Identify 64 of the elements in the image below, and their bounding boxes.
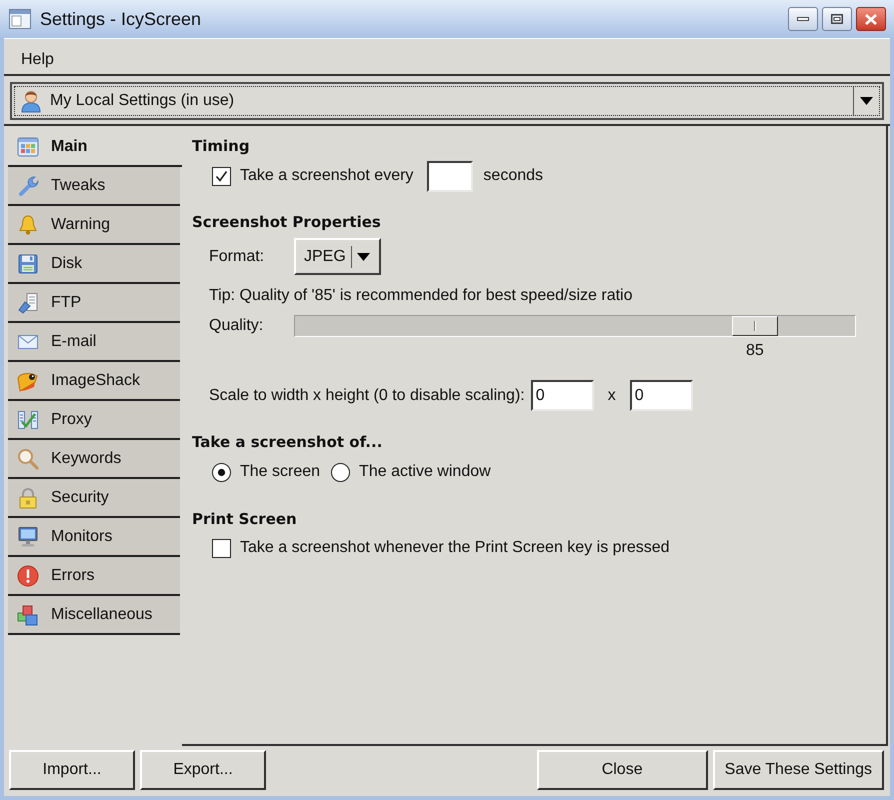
dialog-button[interactable]: Close [536,750,708,790]
window-title: Settings - IcyScreen [40,8,202,31]
unit-label: seconds [483,166,544,186]
bell-icon [17,214,39,236]
checkbox-label[interactable]: Take a screenshot every [240,164,414,188]
input-field[interactable] [427,160,474,192]
sidebar-tab[interactable]: Errors [8,557,180,596]
monitor-icon [17,526,39,548]
sidebar-tab[interactable]: FTP [8,284,180,323]
maximize-icon [831,14,843,24]
dialog-button[interactable]: Export... [140,750,266,790]
wrench-icon [17,174,39,196]
sidebar-tab[interactable]: ImageShack [8,362,180,401]
section-heading: Timing [192,136,251,156]
checkbox-label[interactable]: Take a screenshot whenever the Print Screen key is pressed [240,536,670,560]
slider-thumb[interactable] [732,316,778,336]
field-label: Quality: [209,316,264,336]
search-icon [17,448,39,470]
window-icon [8,7,32,31]
minimize-icon [797,17,809,21]
input-field[interactable]: 0 [630,380,693,411]
field-label: Format: [209,246,266,266]
field-label: Scale to width x height (0 to disable scaling): [209,386,525,406]
grid-window-icon [17,136,39,158]
sidebar-tab[interactable]: Warning [8,206,180,245]
minimize-button[interactable] [788,7,818,31]
radio-label[interactable]: The screen [240,460,320,484]
tip-text: Tip: Quality of '85' is recommended for best speed/size ratio [208,286,634,306]
user-icon [20,89,42,113]
radio-button[interactable] [212,462,231,482]
input-field[interactable]: 0 [530,380,594,411]
error-icon [17,564,39,586]
sidebar-tab[interactable]: Miscellaneous [8,596,180,635]
section-heading: Take a screenshot of... [192,432,384,452]
slider-value: 85 [746,342,764,360]
cubes-icon [17,604,39,626]
caret-icon [860,97,873,105]
dialog-button[interactable]: Import... [9,750,135,790]
close-icon [865,14,877,24]
slider-track[interactable] [294,315,856,337]
dialog-button[interactable]: Save These Settings [712,750,884,790]
sidebar-tab[interactable]: Proxy [8,401,180,440]
checkbox[interactable] [212,166,231,186]
format-dropdown[interactable]: JPEG [294,238,381,275]
sidebar-tab[interactable]: Monitors [8,518,180,557]
sidebar-tab[interactable]: E-mail [8,323,180,362]
profile-dropdown[interactable]: My Local Settings (in use) [10,82,884,120]
radio-label[interactable]: The active window [359,460,491,484]
caret-icon [356,252,370,260]
section-heading: Screenshot Properties [192,212,382,232]
sidebar-tab[interactable]: Security [8,479,180,518]
times-label: x [608,386,616,406]
sidebar-tab[interactable]: Keywords [8,440,180,479]
padlock-icon [17,486,39,508]
radio-button[interactable] [331,462,350,482]
section-heading: Print Screen [192,509,298,529]
maximize-button[interactable] [822,7,852,31]
panels-check-icon [17,408,39,430]
menu-item[interactable]: Help [20,48,55,72]
close-window-button[interactable] [856,7,886,31]
sidebar-tab[interactable]: Tweaks [8,167,180,206]
checkbox[interactable] [212,538,231,558]
sidebar-tab[interactable]: Disk [8,245,180,284]
document-plug-icon [17,292,39,314]
